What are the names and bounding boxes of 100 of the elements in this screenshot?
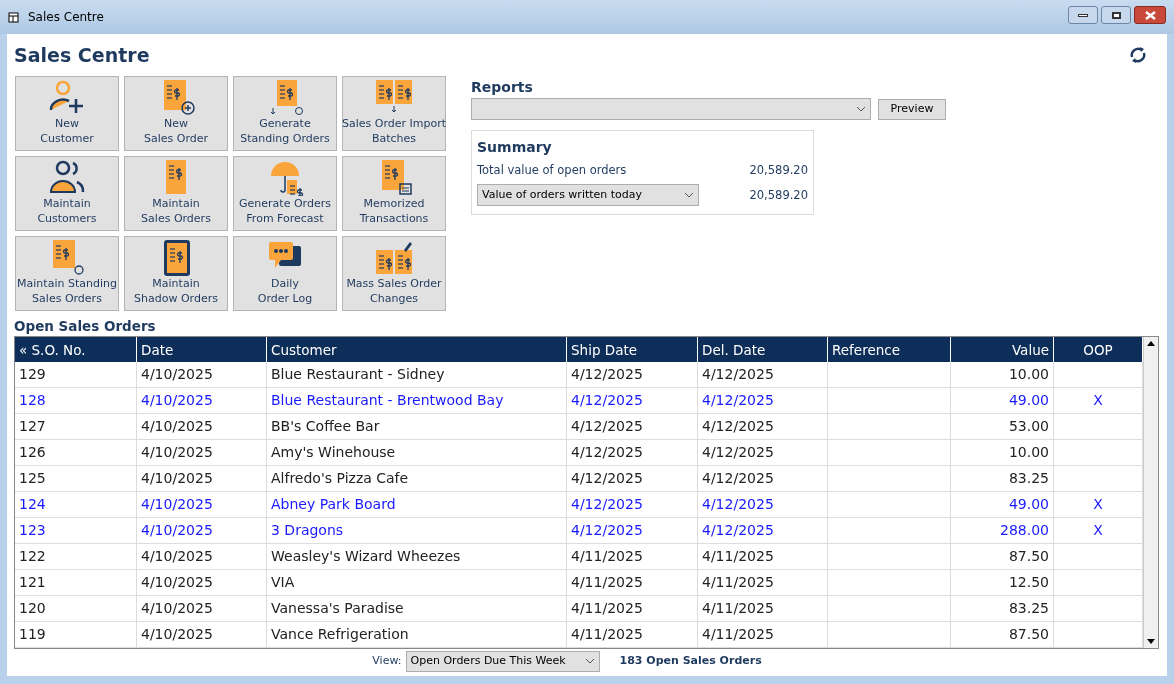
table-cell: 4/12/2025 [698,466,828,492]
close-button[interactable] [1134,6,1166,24]
table-cell: 4/12/2025 [698,362,828,388]
tile-button[interactable]: Sales Order Import Batches [342,76,446,151]
table-cell: 4/12/2025 [698,518,828,544]
table-cell: 4/10/2025 [137,622,267,648]
column-header[interactable]: Reference [828,337,951,363]
column-header[interactable]: « S.O. No. [15,337,137,363]
page-heading: Sales Centre [14,42,150,68]
chevron-icon [684,192,694,199]
table-cell: 121 [15,570,137,596]
table-cell: 12.50 [951,570,1054,596]
chevron-icon [584,658,595,665]
table-cell: 4/11/2025 [698,570,828,596]
tile-button[interactable]: Maintain Customers [15,156,119,231]
tile-button[interactable]: Memorized Transactions [342,156,446,231]
view-select[interactable]: Open Orders Due This Week [405,650,600,672]
table-cell: 87.50 [951,544,1054,570]
scrollbar[interactable] [1143,337,1158,649]
order-count: 183 Open Sales Orders [619,653,762,669]
table-cell: 129 [15,362,137,388]
receipts-pencil-icon [374,240,414,276]
table-cell: 4/12/2025 [698,414,828,440]
preview-button[interactable]: Preview [878,98,946,120]
refresh-icon[interactable] [1128,45,1148,65]
table-cell: 4/12/2025 [698,492,828,518]
tile-button[interactable]: Maintain Standing Sales Orders [15,236,119,311]
table-cell: 4/11/2025 [698,622,828,648]
table-cell: Vance Refrigeration [267,622,567,648]
table-cell: 4/11/2025 [567,622,698,648]
table-cell: Amy's Winehouse [267,440,567,466]
table-cell: Weasley's Wizard Wheezes [267,544,567,570]
table-cell: 4/11/2025 [567,544,698,570]
table-cell: Blue Restaurant - Sidney [267,362,567,388]
close-icon [1144,10,1156,20]
table-cell: 4/10/2025 [137,570,267,596]
table-cell: 4/12/2025 [567,440,698,466]
tile-button[interactable]: Generate Orders From Forecast [233,156,337,231]
table-cell: 4/10/2025 [137,362,267,388]
column-header[interactable]: Del. Date [698,337,828,363]
column-header[interactable]: Value [951,337,1054,363]
table-cell: Vanessa's Paradise [267,596,567,622]
window-icon [8,11,20,23]
column-header[interactable]: Ship Date [567,337,698,363]
table-cell: 4/10/2025 [137,440,267,466]
table-cell: 128 [15,388,137,414]
table-cell: 10.00 [951,362,1054,388]
table-cell: 87.50 [951,622,1054,648]
table-cell: Blue Restaurant - Brentwood Bay [267,388,567,414]
table-cell: 4/12/2025 [567,414,698,440]
table-cell: 4/11/2025 [567,596,698,622]
table-cell: 4/12/2025 [567,492,698,518]
minimize-button[interactable] [1068,6,1098,24]
table-cell: 123 [15,518,137,544]
table-cell: 124 [15,492,137,518]
scroll-up-icon[interactable] [1147,341,1155,347]
window-title: Sales Centre [28,9,104,26]
table-cell: 4/11/2025 [698,596,828,622]
table-cell: 49.00 [951,492,1054,518]
chevron-icon [856,106,866,112]
table-cell: VIA [267,570,567,596]
table-cell: 127 [15,414,137,440]
table-cell: 288.00 [951,518,1054,544]
table-cell: 122 [15,544,137,570]
tile-button[interactable]: Maintain Sales Orders [124,156,228,231]
total-value: 20,589.20 [749,162,808,179]
table-cell: 4/12/2025 [567,466,698,492]
table-cell: 4/10/2025 [137,596,267,622]
people-icon [47,160,87,196]
orders-heading: Open Sales Orders [14,317,157,336]
tile-button[interactable]: Mass Sales Order Changes [342,236,446,311]
table-cell: 4/10/2025 [137,388,267,414]
table-cell: 4/12/2025 [567,518,698,544]
column-header[interactable]: Date [137,337,267,363]
table-cell: BB's Coffee Bar [267,414,567,440]
table-cell: 4/10/2025 [137,518,267,544]
table-cell: 49.00 [951,388,1054,414]
table-cell: 4/11/2025 [698,544,828,570]
tile-button[interactable]: Generate Standing Orders [233,76,337,151]
tile-button[interactable]: New Sales Order [124,76,228,151]
total-label: Total value of open orders [477,162,627,179]
tile-button[interactable]: Maintain Shadow Orders [124,236,228,311]
tile-button[interactable]: Daily Order Log [233,236,337,311]
view-label: View: [372,653,402,669]
table-cell: 4/10/2025 [137,414,267,440]
tile-button[interactable]: New Customer [15,76,119,151]
maximize-button[interactable] [1101,6,1131,24]
table-cell: 83.25 [951,466,1054,492]
table-cell: 4/10/2025 [137,544,267,570]
table-cell: 126 [15,440,137,466]
summary-heading: Summary [477,138,553,157]
period-select[interactable]: Value of orders written today [477,184,699,207]
table-cell: 83.25 [951,596,1054,622]
table-cell: 4/10/2025 [137,492,267,518]
table-cell: 125 [15,466,137,492]
column-header[interactable]: Customer [267,337,567,363]
table-cell: 3 Dragons [267,518,567,544]
scroll-down-icon[interactable] [1147,639,1155,645]
table-cell: 4/12/2025 [567,362,698,388]
table-cell: 4/12/2025 [698,388,828,414]
